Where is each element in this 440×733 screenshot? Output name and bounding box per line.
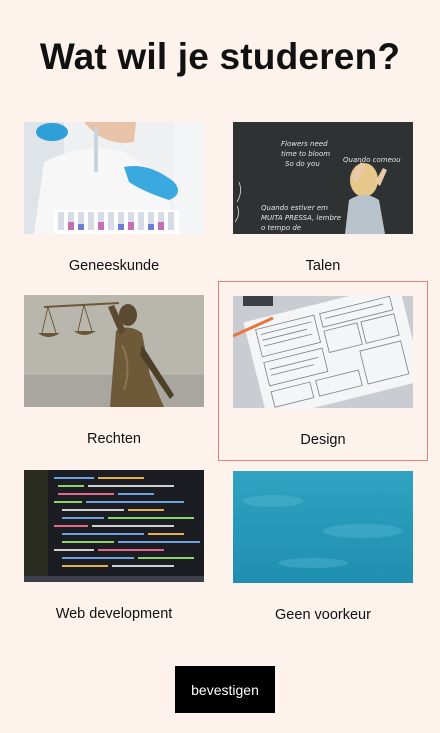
option-card-design[interactable]: Design	[218, 281, 428, 461]
rechten-image	[24, 295, 204, 407]
talen-image: Flowers need time to bloom So do you Qua…	[233, 122, 413, 234]
option-card-geneeskunde[interactable]: Geneeskunde	[24, 122, 204, 274]
chalk-line-5: Quando estiver em	[261, 204, 328, 212]
chalk-line-6: MUITA PRESSA, lembre	[261, 214, 341, 222]
geen-voorkeur-image	[233, 471, 413, 583]
geneeskunde-image	[24, 122, 204, 234]
option-card-web-development[interactable]: Web development	[24, 470, 204, 622]
option-card-geen-voorkeur[interactable]: Geen voorkeur	[233, 471, 413, 623]
chalk-line-1: Flowers need	[281, 140, 328, 148]
option-label: Talen	[305, 258, 341, 274]
option-label: Web development	[55, 606, 173, 622]
web-development-image	[24, 470, 204, 582]
design-image	[233, 296, 413, 408]
confirm-button[interactable]: bevestigen	[175, 666, 275, 713]
chalk-line-7: o tempo de	[261, 224, 301, 232]
chalk-line-3: So do you	[285, 160, 320, 168]
chalk-line-4: Quando comeou	[343, 156, 401, 164]
option-label: Geen voorkeur	[275, 607, 371, 623]
option-label: Design	[300, 432, 346, 448]
option-label: Geneeskunde	[68, 258, 160, 274]
option-card-rechten[interactable]: Rechten	[24, 295, 204, 447]
option-card-talen[interactable]: Flowers need time to bloom So do you Qua…	[233, 122, 413, 274]
option-label: Rechten	[86, 431, 141, 447]
page-title: Wat wil je studeren?	[39, 36, 401, 77]
chalk-line-2: time to bloom	[281, 150, 330, 158]
